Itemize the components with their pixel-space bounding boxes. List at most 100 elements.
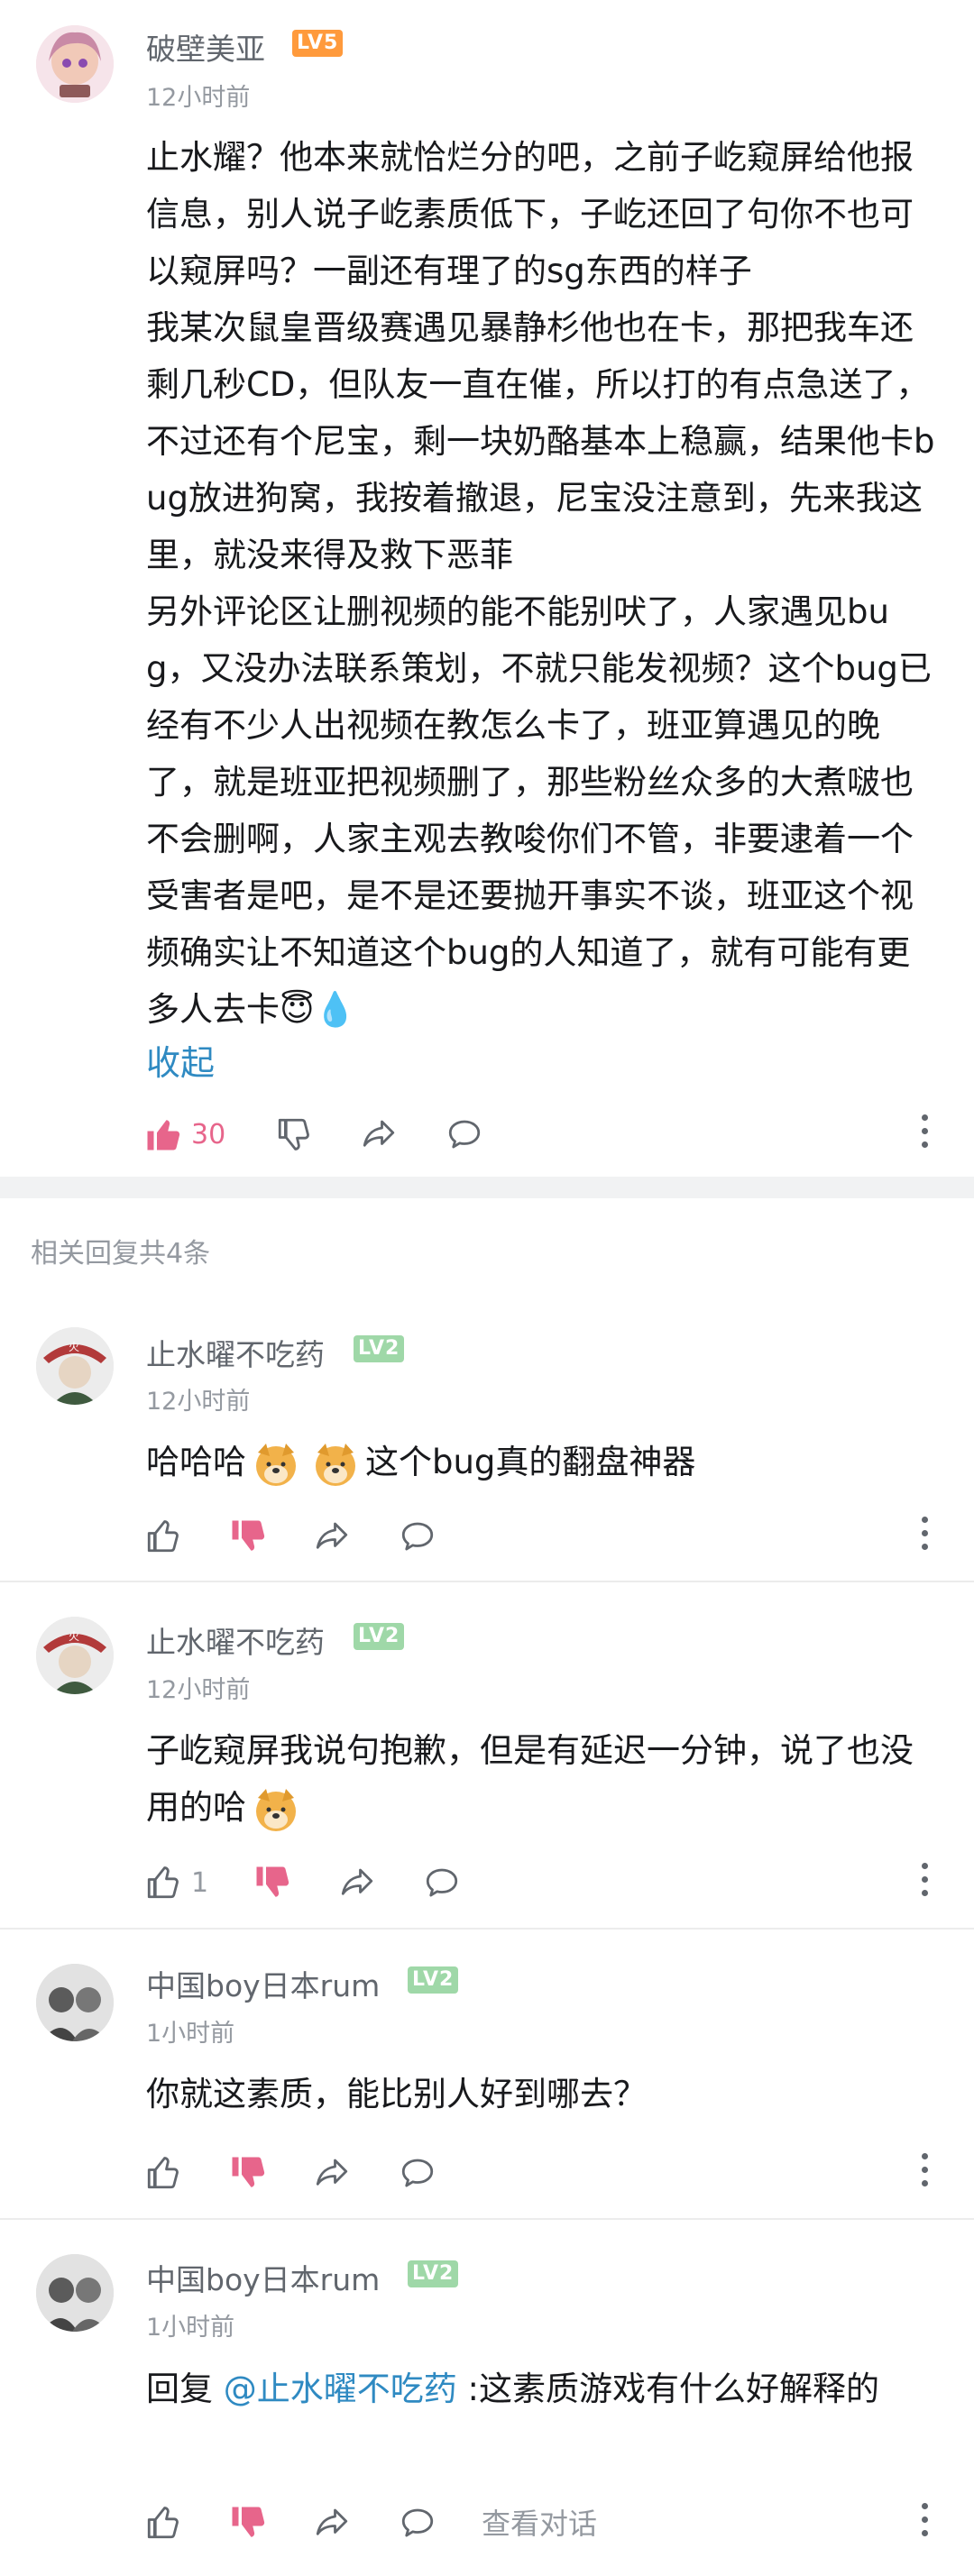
comment-actions: 30 [0, 1107, 974, 1161]
reply-text: 哈哈哈 [146, 1443, 246, 1481]
avatar[interactable] [36, 2254, 114, 2332]
username[interactable]: 中国boy日本rum [146, 2256, 380, 2299]
reply-item: 火 止水曜不吃药 LV2 12小时前 子屹窥屏我说句抱歉，但是有延迟一分钟，说了… [0, 1582, 974, 1928]
dislike-button[interactable] [275, 1107, 313, 1161]
main-comment: 破壁美亚 LV5 12小时前 止水耀？他本来就恰烂分的吧，之前子屹窥屏给他报信息… [0, 0, 974, 1177]
dislike-button[interactable] [229, 2146, 267, 2200]
reply-content: 你就这素质，能比别人好到哪去？ [146, 2066, 940, 2122]
dislike-button[interactable] [229, 2496, 267, 2550]
level-badge: LV2 [354, 1623, 405, 1650]
reply-content: 子屹窥屏我说句抱歉，但是有延迟一分钟，说了也没用的哈 [146, 1722, 940, 1836]
reply-content: 回复 @止水曜不吃药 :这素质游戏有什么好解释的 [146, 2361, 940, 2417]
comment-actions [0, 1509, 974, 1563]
like-count: 30 [191, 1118, 226, 1150]
like-button[interactable]: 1 [144, 1856, 208, 1910]
username[interactable]: 破壁美亚 [146, 25, 265, 69]
level-badge: LV5 [292, 30, 344, 57]
username[interactable]: 止水曜不吃药 [146, 1618, 325, 1662]
level-badge: LV2 [408, 1966, 459, 1994]
reply-content: 哈哈哈 这个bug真的翻盘神器 [146, 1434, 940, 1490]
section-divider [0, 1177, 974, 1198]
share-button[interactable] [359, 1107, 399, 1161]
comment-paragraph: 我某次鼠皇晋级赛遇见暴静杉他也在卡，那把我车还剩几秒CD，但队友一直在催，所以打… [146, 308, 935, 574]
doge-emoji [316, 1443, 355, 1486]
reply-button[interactable] [398, 1509, 437, 1563]
doge-emoji [256, 1788, 296, 1831]
comment-icon [401, 1522, 434, 1551]
comment-icon [426, 1868, 458, 1897]
comment-paragraph: 止水耀？他本来就恰烂分的吧，之前子屹窥屏给他报信息，别人说子屹素质低下，子屹还回… [146, 138, 914, 290]
comment-time: 12小时前 [146, 1676, 251, 1704]
comment-time: 1小时前 [146, 2314, 235, 2342]
avatar[interactable] [36, 1964, 114, 2041]
comment-time: 12小时前 [146, 84, 251, 112]
comment-paragraph: 另外评论区让删视频的能不能别吠了，人家遇见bug，又没办法联系策划，不就只能发视… [146, 592, 932, 1029]
share-button[interactable] [312, 2496, 352, 2550]
thumb-up-icon [147, 2157, 179, 2189]
level-badge: LV2 [354, 1335, 405, 1362]
thumb-up-icon [147, 2507, 179, 2539]
username[interactable]: 止水曜不吃药 [146, 1331, 325, 1374]
comment-icon [448, 1120, 481, 1149]
comment-actions: 1 [0, 1856, 974, 1910]
thumb-up-icon [147, 1866, 179, 1899]
username[interactable]: 中国boy日本rum [146, 1962, 380, 2005]
reply-button[interactable] [398, 2146, 437, 2200]
share-icon [341, 1868, 373, 1895]
thumb-down-icon [232, 2157, 265, 2187]
share-button[interactable] [337, 1856, 377, 1910]
mention-link[interactable]: @止水曜不吃药 [224, 2370, 457, 2408]
reply-item: 中国boy日本rum LV2 1小时前 回复 @止水曜不吃药 :这素质游戏有什么… [0, 2220, 974, 2576]
thumb-down-icon [278, 1118, 309, 1150]
reply-text: 这个bug真的翻盘神器 [365, 1443, 696, 1481]
more-icon[interactable] [920, 1517, 929, 1556]
share-icon [316, 2159, 348, 2186]
reply-text: :这素质游戏有什么好解释的 [456, 2370, 879, 2408]
like-button[interactable] [144, 1509, 182, 1563]
more-icon[interactable] [920, 2503, 929, 2543]
comment-content: 止水耀？他本来就恰烂分的吧，之前子屹窥屏给他报信息，别人说子屹素质低下，子屹还回… [146, 129, 940, 1038]
share-button[interactable] [312, 2146, 352, 2200]
comment-icon [401, 2159, 434, 2187]
dislike-button[interactable] [229, 1509, 267, 1563]
reply-item: 火 止水曜不吃药 LV2 12小时前 哈哈哈 这个bug真的翻盘神器 [0, 1298, 974, 1581]
comment-icon [401, 2508, 434, 2537]
share-icon [363, 1120, 395, 1147]
level-badge: LV2 [408, 2260, 459, 2287]
replies-header: 相关回复共4条 [31, 1238, 211, 1270]
thumb-down-icon [256, 1866, 289, 1897]
avatar[interactable] [36, 25, 114, 103]
comment-time: 12小时前 [146, 1388, 251, 1416]
reply-item: 中国boy日本rum LV2 1小时前 你就这素质，能比别人好到哪去？ [0, 1930, 974, 2218]
reply-button[interactable] [445, 1107, 484, 1161]
more-icon[interactable] [920, 1863, 929, 1902]
share-button[interactable] [312, 1509, 352, 1563]
svg-text:火: 火 [69, 1630, 79, 1643]
dislike-button[interactable] [253, 1856, 291, 1910]
thumb-up-icon [147, 1520, 179, 1553]
svg-text:火: 火 [69, 1341, 79, 1353]
thumb-down-icon [232, 1520, 265, 1551]
reply-prefix: 回复 [146, 2370, 224, 2408]
share-icon [316, 2508, 348, 2535]
view-conversation-link[interactable]: 查看对话 [482, 2501, 597, 2543]
doge-emoji [256, 1443, 296, 1486]
reply-button[interactable] [398, 2496, 437, 2550]
avatar[interactable]: 火 [36, 1617, 114, 1694]
share-icon [316, 1522, 348, 1549]
thumb-up-icon [147, 1120, 180, 1150]
reply-text: 你就这素质，能比别人好到哪去？ [146, 2075, 647, 2113]
like-count: 1 [191, 1866, 209, 1899]
like-button[interactable] [144, 2146, 182, 2200]
like-button[interactable]: 30 [144, 1107, 225, 1161]
more-icon[interactable] [920, 1114, 929, 1154]
collapse-link[interactable]: 收起 [146, 1035, 215, 1085]
reply-button[interactable] [422, 1856, 462, 1910]
more-icon[interactable] [920, 2153, 929, 2193]
comment-actions: 查看对话 [0, 2496, 974, 2550]
comment-time: 1小时前 [146, 2020, 235, 2048]
thumb-down-icon [232, 2507, 265, 2537]
avatar[interactable]: 火 [36, 1327, 114, 1405]
like-button[interactable] [144, 2496, 182, 2550]
comment-actions [0, 2146, 974, 2200]
